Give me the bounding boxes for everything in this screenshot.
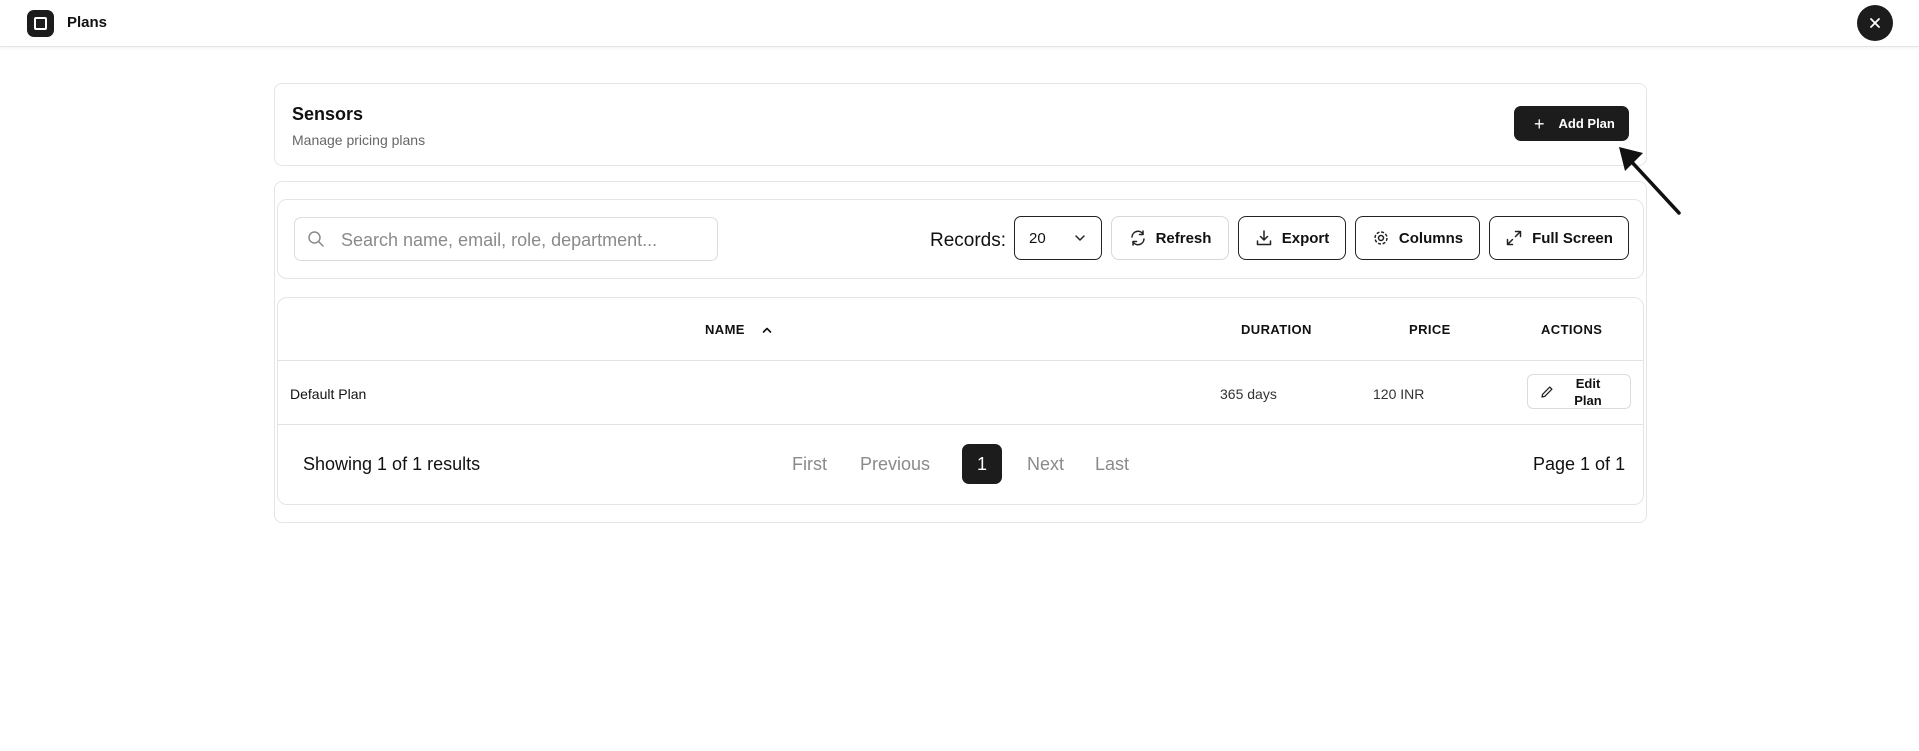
- columns-button[interactable]: Columns: [1355, 216, 1480, 260]
- download-icon: [1256, 230, 1271, 246]
- records-per-page-select[interactable]: 20: [1014, 216, 1102, 260]
- page-subtitle: Manage pricing plans: [292, 132, 426, 148]
- cell-name: Default Plan: [290, 386, 367, 402]
- refresh-label: Refresh: [1155, 229, 1212, 247]
- records-label: Records:: [930, 230, 1007, 251]
- pencil-icon: [1541, 385, 1553, 398]
- pagination: Showing 1 of 1 results First Previous 1 …: [278, 425, 1643, 504]
- page-title: Sensors: [292, 104, 364, 124]
- next-page-button[interactable]: Next: [1027, 454, 1064, 475]
- chevron-down-icon: [1075, 235, 1085, 241]
- records-value: 20: [1029, 230, 1046, 247]
- page-indicator: Page 1 of 1: [1533, 454, 1626, 474]
- current-page-button[interactable]: 1: [962, 444, 1002, 484]
- column-header-actions: ACTIONS: [1541, 322, 1603, 337]
- previous-page-button[interactable]: Previous: [860, 454, 930, 475]
- full-screen-button[interactable]: Full Screen: [1489, 216, 1629, 260]
- add-plan-button[interactable]: + Add Plan: [1514, 106, 1629, 141]
- export-button[interactable]: Export: [1238, 216, 1346, 260]
- cell-price: 120 INR: [1373, 386, 1425, 402]
- table-toolbar: Records: 20 Refresh Export: [277, 199, 1644, 279]
- gear-icon: [1374, 231, 1388, 245]
- columns-label: Columns: [1398, 229, 1464, 247]
- table-header: NAME DURATION PRICE ACTIONS: [278, 298, 1643, 361]
- search-input[interactable]: [339, 218, 713, 262]
- edit-plan-label: Edit Plan: [1568, 375, 1608, 409]
- chevron-up-icon: [762, 327, 772, 333]
- edit-plan-label-line-2: Plan: [1574, 392, 1602, 408]
- cell-duration: 365 days: [1220, 386, 1277, 402]
- last-page-button[interactable]: Last: [1095, 454, 1129, 475]
- refresh-button[interactable]: Refresh: [1111, 216, 1229, 260]
- close-icon: [1870, 18, 1880, 28]
- plus-icon: +: [1534, 113, 1545, 134]
- add-plan-label: Add Plan: [1558, 116, 1615, 131]
- search-icon: [308, 231, 324, 247]
- expand-icon: [1506, 230, 1522, 246]
- column-header-price[interactable]: PRICE: [1409, 322, 1451, 337]
- top-bar: Plans: [0, 0, 1919, 47]
- plans-table: NAME DURATION PRICE ACTIONS Default Plan…: [277, 297, 1644, 505]
- first-page-button[interactable]: First: [792, 454, 827, 475]
- table-row: Default Plan 365 days 120 INR Edit Plan: [278, 361, 1643, 425]
- square-logo-icon: [27, 10, 54, 37]
- pointer-arrow-icon: [1619, 147, 1681, 215]
- column-header-name[interactable]: NAME: [705, 322, 773, 337]
- edit-plan-button[interactable]: Edit Plan: [1527, 374, 1631, 409]
- close-button[interactable]: [1857, 5, 1893, 41]
- export-label: Export: [1281, 229, 1330, 247]
- edit-plan-label-line-1: Edit: [1575, 375, 1601, 391]
- plans-table-card: Records: 20 Refresh Export: [274, 181, 1647, 523]
- app-title: Plans: [67, 14, 108, 31]
- refresh-icon: [1130, 230, 1145, 246]
- full-screen-label: Full Screen: [1532, 229, 1613, 247]
- column-header-name-label: NAME: [705, 322, 745, 337]
- search-box: [294, 217, 718, 262]
- page-header-card: Sensors Manage pricing plans + Add Plan: [274, 83, 1647, 166]
- results-summary: Showing 1 of 1 results: [303, 454, 481, 474]
- column-header-duration[interactable]: DURATION: [1241, 322, 1312, 337]
